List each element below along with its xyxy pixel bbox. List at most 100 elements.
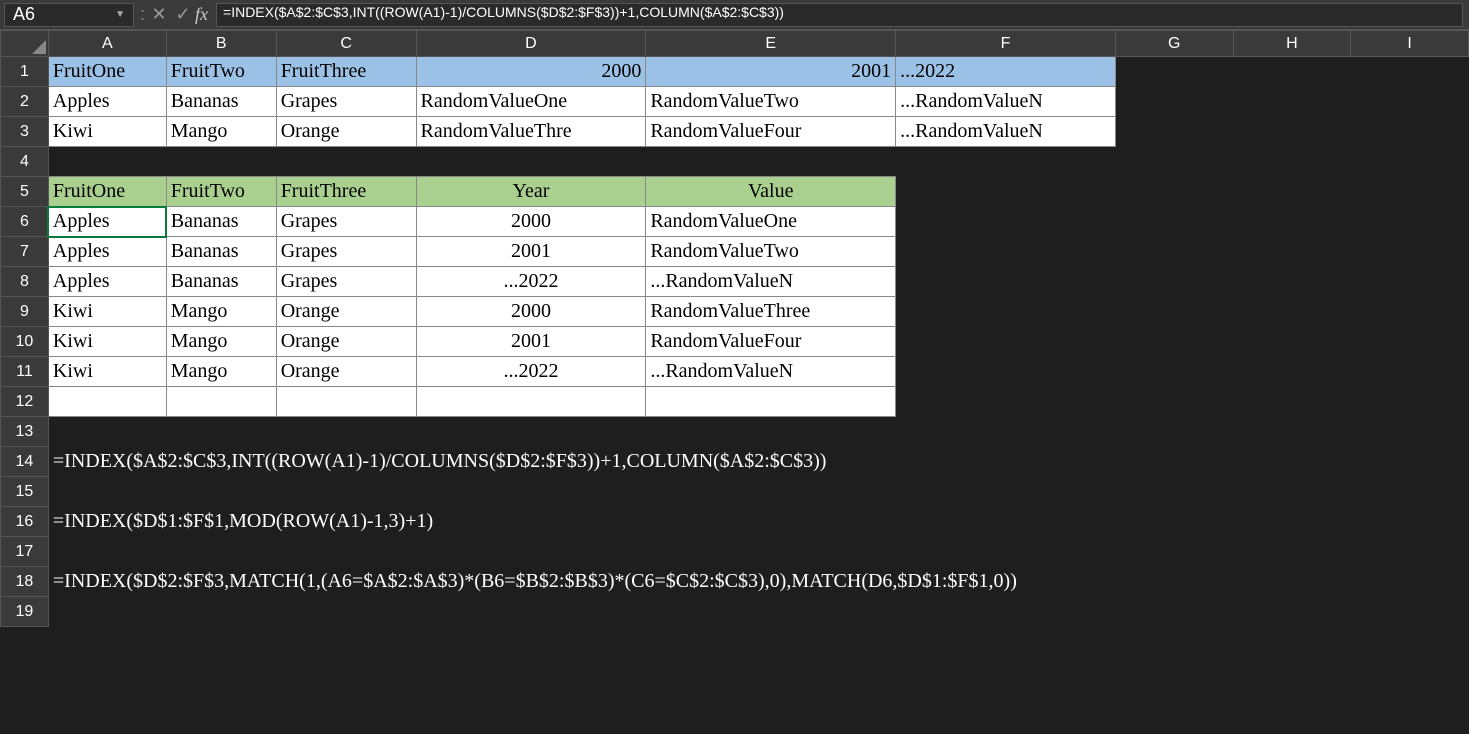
cell-C11[interactable]: Orange [276, 357, 416, 387]
cell-B10[interactable]: Mango [166, 327, 276, 357]
col-header-B[interactable]: B [166, 31, 276, 57]
cell-E2[interactable]: RandomValueTwo [646, 87, 896, 117]
cell-H12[interactable] [1233, 387, 1351, 417]
cell-F10[interactable] [896, 327, 1116, 357]
row-header-9[interactable]: 9 [1, 297, 49, 327]
col-header-E[interactable]: E [646, 31, 896, 57]
row-header-7[interactable]: 7 [1, 237, 49, 267]
cell-D2[interactable]: RandomValueOne [416, 87, 646, 117]
cell-E8[interactable]: ...RandomValueN [646, 267, 896, 297]
cell-F2[interactable]: ...RandomValueN [896, 87, 1116, 117]
row-header-14[interactable]: 14 [1, 447, 49, 477]
cell-F3[interactable]: ...RandomValueN [896, 117, 1116, 147]
formula-input[interactable]: =INDEX($A$2:$C$3,INT((ROW(A1)-1)/COLUMNS… [216, 3, 1463, 27]
cell-G11[interactable] [1115, 357, 1233, 387]
row-header-2[interactable]: 2 [1, 87, 49, 117]
cell-A5[interactable]: FruitOne [48, 177, 166, 207]
cell-I8[interactable] [1351, 267, 1469, 297]
cell-A9[interactable]: Kiwi [48, 297, 166, 327]
cell-C3[interactable]: Orange [276, 117, 416, 147]
row-header-17[interactable]: 17 [1, 537, 49, 567]
cell-A1[interactable]: FruitOne [48, 57, 166, 87]
cell-G2[interactable] [1115, 87, 1233, 117]
cell-C2[interactable]: Grapes [276, 87, 416, 117]
cell-E3[interactable]: RandomValueFour [646, 117, 896, 147]
cell-I1[interactable] [1351, 57, 1469, 87]
cell-F11[interactable] [896, 357, 1116, 387]
cell-H5[interactable] [1233, 177, 1351, 207]
cell-D5[interactable]: Year [416, 177, 646, 207]
cell-D7[interactable]: 2001 [416, 237, 646, 267]
name-box[interactable]: A6 ▼ [4, 3, 134, 27]
cell-D1[interactable]: 2000 [416, 57, 646, 87]
row-header-18[interactable]: 18 [1, 567, 49, 597]
cell-E5[interactable]: Value [646, 177, 896, 207]
cell-D12[interactable] [416, 387, 646, 417]
cell-D9[interactable]: 2000 [416, 297, 646, 327]
cell-A18[interactable]: =INDEX($D$2:$F$3,MATCH(1,(A6=$A$2:$A$3)*… [48, 567, 1468, 597]
row-header-12[interactable]: 12 [1, 387, 49, 417]
cell-B3[interactable]: Mango [166, 117, 276, 147]
cell-A6[interactable]: Apples [48, 207, 166, 237]
cell-E6[interactable]: RandomValueOne [646, 207, 896, 237]
cell-D10[interactable]: 2001 [416, 327, 646, 357]
cell-B12[interactable] [166, 387, 276, 417]
row-header-6[interactable]: 6 [1, 207, 49, 237]
cell-E9[interactable]: RandomValueThree [646, 297, 896, 327]
cell-I3[interactable] [1351, 117, 1469, 147]
row-header-8[interactable]: 8 [1, 267, 49, 297]
row-header-5[interactable]: 5 [1, 177, 49, 207]
row-header-3[interactable]: 3 [1, 117, 49, 147]
cell-B5[interactable]: FruitTwo [166, 177, 276, 207]
cell-row19[interactable] [48, 597, 1468, 627]
cell-G8[interactable] [1115, 267, 1233, 297]
cell-A14[interactable]: =INDEX($A$2:$C$3,INT((ROW(A1)-1)/COLUMNS… [48, 447, 1468, 477]
cell-H10[interactable] [1233, 327, 1351, 357]
cell-G10[interactable] [1115, 327, 1233, 357]
cell-C8[interactable]: Grapes [276, 267, 416, 297]
cell-B8[interactable]: Bananas [166, 267, 276, 297]
col-header-G[interactable]: G [1115, 31, 1233, 57]
cancel-icon[interactable]: ✕ [147, 4, 171, 25]
cell-F6[interactable] [896, 207, 1116, 237]
cell-B11[interactable]: Mango [166, 357, 276, 387]
cell-H1[interactable] [1233, 57, 1351, 87]
cell-E1[interactable]: 2001 [646, 57, 896, 87]
cell-B2[interactable]: Bananas [166, 87, 276, 117]
chevron-down-icon[interactable]: ▼ [115, 9, 125, 20]
col-header-H[interactable]: H [1233, 31, 1351, 57]
cell-A10[interactable]: Kiwi [48, 327, 166, 357]
cell-row17[interactable] [48, 537, 1468, 567]
cell-A2[interactable]: Apples [48, 87, 166, 117]
cell-G1[interactable] [1115, 57, 1233, 87]
cell-F9[interactable] [896, 297, 1116, 327]
col-header-F[interactable]: F [896, 31, 1116, 57]
cell-H8[interactable] [1233, 267, 1351, 297]
cell-A16[interactable]: =INDEX($D$1:$F$1,MOD(ROW(A1)-1,3)+1) [48, 507, 1468, 537]
col-header-I[interactable]: I [1351, 31, 1469, 57]
cell-G5[interactable] [1115, 177, 1233, 207]
cell-D3[interactable]: RandomValueThre [416, 117, 646, 147]
cell-I11[interactable] [1351, 357, 1469, 387]
cell-H9[interactable] [1233, 297, 1351, 327]
cell-I10[interactable] [1351, 327, 1469, 357]
cell-F7[interactable] [896, 237, 1116, 267]
cell-H2[interactable] [1233, 87, 1351, 117]
cell-row15[interactable] [48, 477, 1468, 507]
cell-row4[interactable] [48, 147, 1468, 177]
cell-G3[interactable] [1115, 117, 1233, 147]
cell-E10[interactable]: RandomValueFour [646, 327, 896, 357]
cell-H7[interactable] [1233, 237, 1351, 267]
cell-I6[interactable] [1351, 207, 1469, 237]
col-header-A[interactable]: A [48, 31, 166, 57]
cell-G7[interactable] [1115, 237, 1233, 267]
col-header-D[interactable]: D [416, 31, 646, 57]
cell-C5[interactable]: FruitThree [276, 177, 416, 207]
cell-C6[interactable]: Grapes [276, 207, 416, 237]
cell-I12[interactable] [1351, 387, 1469, 417]
cell-H6[interactable] [1233, 207, 1351, 237]
cell-F12[interactable] [896, 387, 1116, 417]
select-all-corner[interactable] [1, 31, 49, 57]
cell-G9[interactable] [1115, 297, 1233, 327]
cell-G12[interactable] [1115, 387, 1233, 417]
